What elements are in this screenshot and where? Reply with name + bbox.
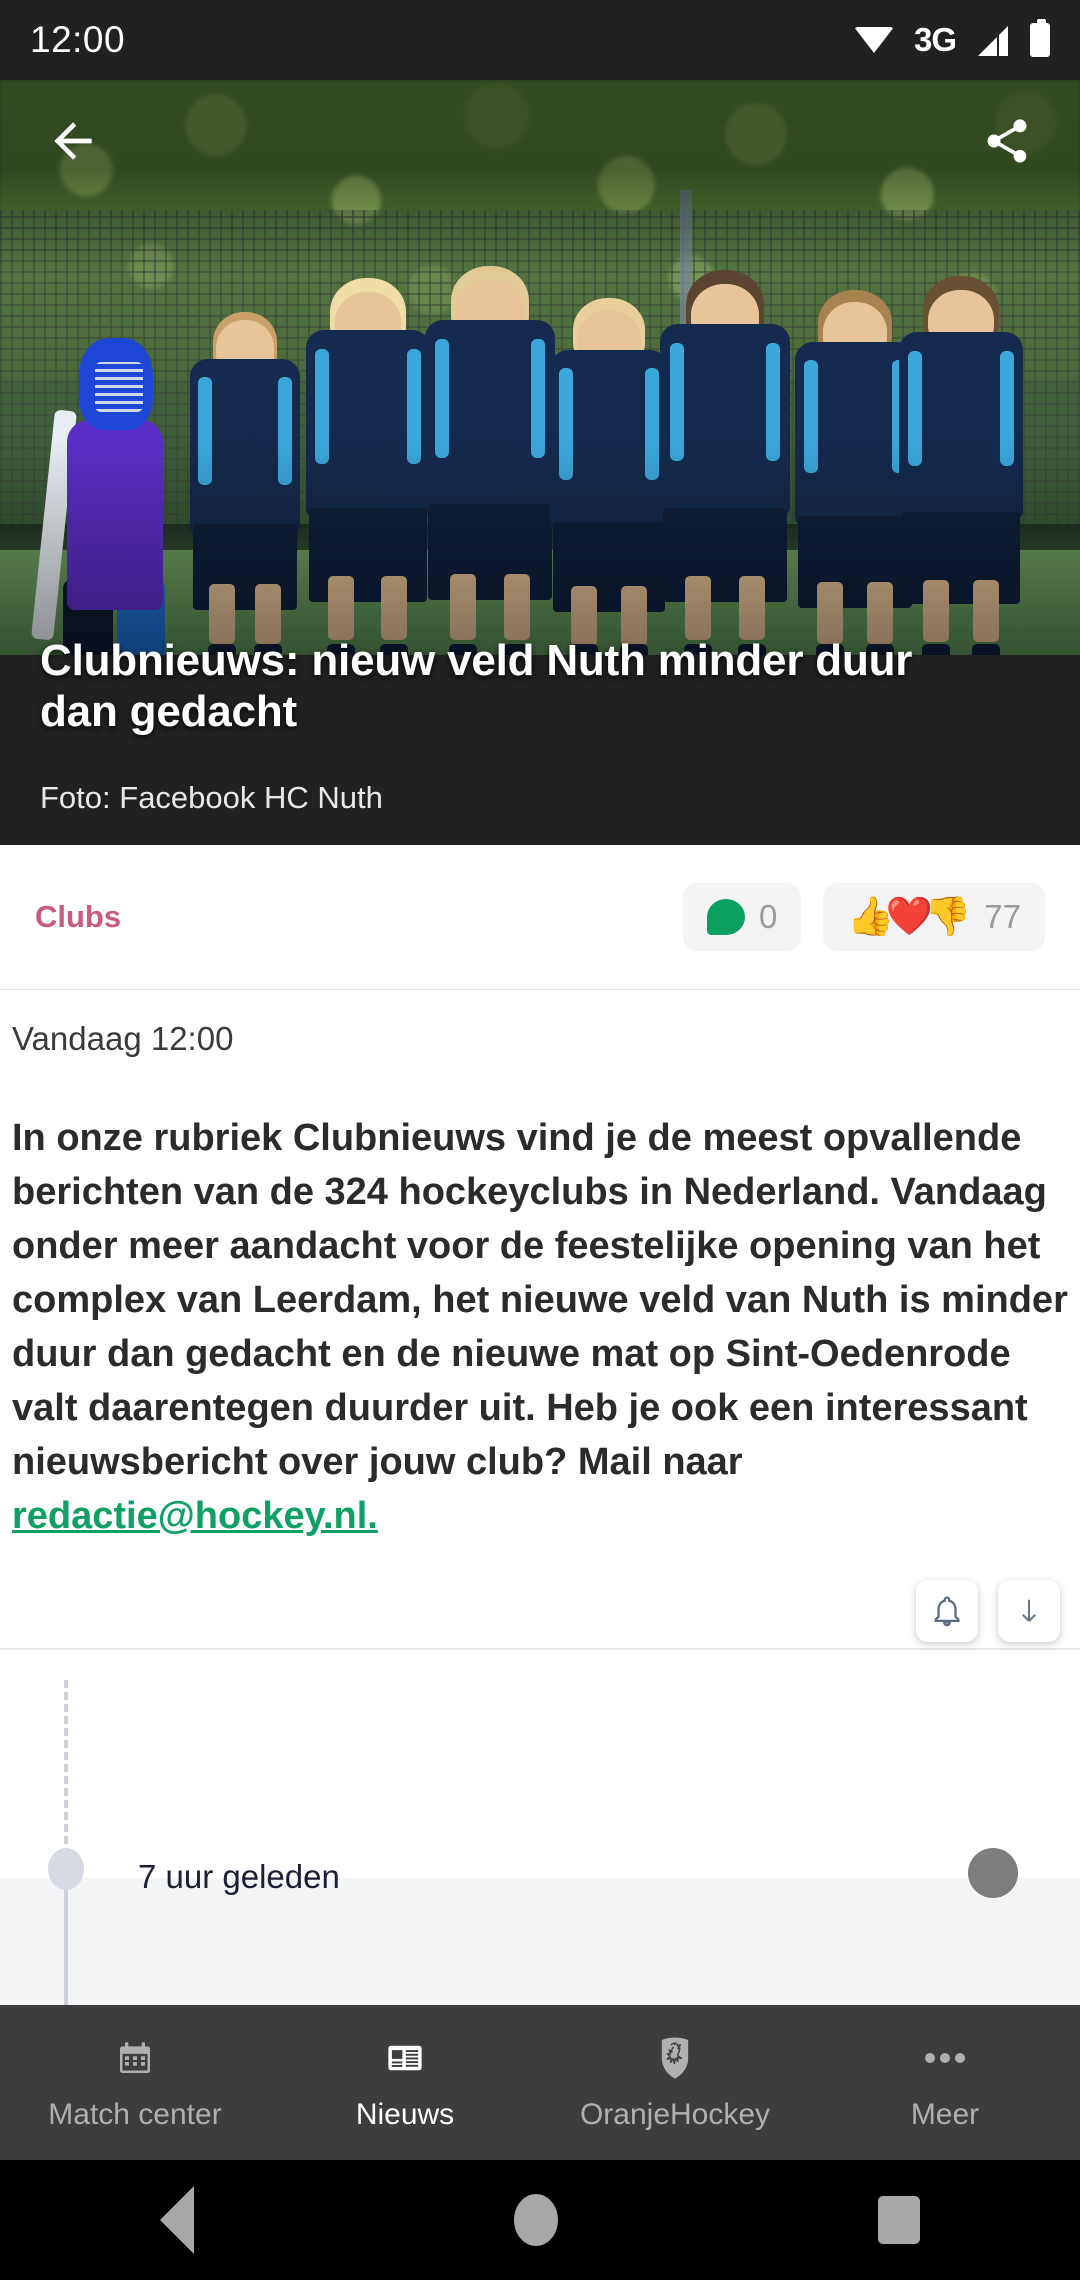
timeline-highlight-band (0, 1878, 1080, 2005)
app-screen: 12:00 3G Clubnieuws: nieuw veld Nuth min… (0, 0, 1080, 2280)
reaction-badge[interactable]: 👍❤️👎 77 (823, 883, 1045, 951)
engagement-badges: 0 👍❤️👎 77 (682, 883, 1045, 951)
hero-photo (0, 80, 1080, 725)
share-icon (987, 119, 1027, 163)
bottom-navigation: Match center Nieuws OranjeHockey Meer (0, 2005, 1080, 2160)
status-bar-clock: 12:00 (30, 19, 126, 60)
android-recents-button[interactable] (878, 2196, 920, 2244)
nav-label-nieuws: Nieuws (355, 2097, 455, 2131)
floating-action-buttons (916, 1580, 1060, 1642)
nav-item-meer[interactable]: Meer (810, 2005, 1080, 2160)
article-body-text: In onze rubriek Clubnieuws vind je de me… (12, 1112, 1074, 1544)
comment-bubble-icon (706, 899, 745, 935)
timeline-avatar-circle[interactable] (968, 1848, 1018, 1898)
status-bar-icons: 3G (853, 19, 1050, 59)
battery-icon (1030, 19, 1050, 57)
timeline-time-label: 7 uur geleden (138, 1858, 340, 1895)
android-navigation-bar (0, 2160, 1080, 2280)
android-home-button[interactable] (514, 2194, 558, 2246)
hero-gradient-overlay (0, 80, 1080, 725)
more-dots-icon (922, 2034, 968, 2082)
hero-caption-band: Clubnieuws: nieuw veld Nuth minder duur … (0, 636, 1080, 845)
arrow-down-icon (1022, 1599, 1036, 1622)
email-link[interactable]: redactie@hockey.nl. (12, 1495, 378, 1537)
notification-bell-button[interactable] (916, 1580, 978, 1642)
nav-item-match-center[interactable]: Match center (0, 2005, 270, 2160)
scroll-down-button[interactable] (998, 1580, 1060, 1642)
nav-item-oranjehockey[interactable]: OranjeHockey (540, 2005, 810, 2160)
status-bar: 12:00 3G (0, 0, 1080, 80)
signal-icon (976, 24, 1010, 56)
network-type-label: 3G (913, 21, 957, 58)
wifi-icon (853, 25, 894, 55)
back-button[interactable] (30, 98, 116, 184)
article-meta-row: Clubs 0 👍❤️👎 77 (0, 845, 1080, 990)
nav-label-match-center: Match center (48, 2097, 222, 2131)
nav-label-oranjehockey: OranjeHockey (579, 2097, 771, 2131)
photo-credit: Foto: Facebook HC Nuth (40, 780, 383, 815)
timeline-solid-line (64, 1878, 68, 2006)
bell-icon (934, 1596, 960, 1627)
nav-item-nieuws[interactable]: Nieuws (270, 2005, 540, 2160)
timeline-marker-dot (48, 1848, 84, 1890)
article-headline: Clubnieuws: nieuw veld Nuth minder duur … (40, 636, 913, 737)
back-arrow-icon (54, 122, 92, 160)
share-button[interactable] (964, 98, 1050, 184)
article-body-section: Vandaag 12:00 In onze rubriek Clubnieuws… (0, 990, 1080, 1550)
comment-count: 0 (758, 898, 778, 935)
nav-label-meer: Meer (910, 2097, 980, 2131)
reaction-count: 77 (984, 898, 1021, 935)
reaction-emoji-icons: 👍❤️👎 (847, 896, 971, 938)
article-timestamp: Vandaag 12:00 (12, 1020, 234, 1057)
timeline-section (0, 1650, 1080, 2006)
comment-badge[interactable]: 0 (682, 883, 802, 951)
lion-shield-icon (655, 2034, 695, 2082)
category-tag[interactable]: Clubs (35, 899, 121, 935)
newspaper-icon (384, 2034, 426, 2082)
article-hero-image (0, 80, 1080, 725)
calendar-icon (115, 2034, 155, 2082)
android-back-button[interactable] (160, 2186, 194, 2254)
article-body-paragraph: In onze rubriek Clubnieuws vind je de me… (12, 1117, 1068, 1483)
